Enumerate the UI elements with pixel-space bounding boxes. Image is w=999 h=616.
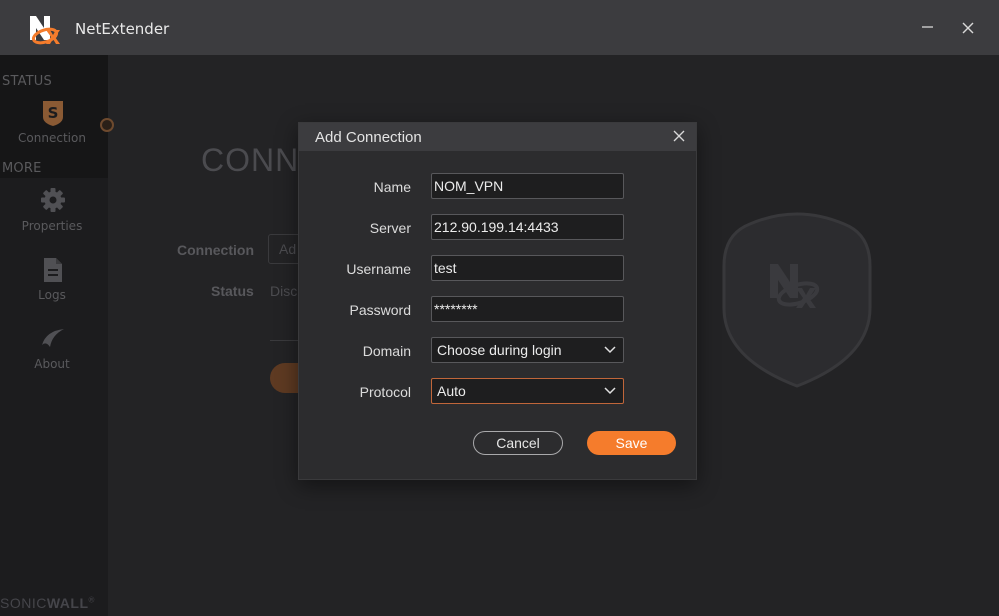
add-connection-dialog: Add Connection Name NOM_VPN Server 212.9…	[298, 122, 697, 480]
brand-bold: WALL	[46, 595, 89, 611]
svg-text:S: S	[48, 104, 59, 122]
protocol-label: Protocol	[359, 384, 411, 400]
protocol-select-value: Auto	[437, 383, 466, 399]
document-icon	[44, 258, 62, 282]
sidebar-item-label: Logs	[38, 288, 66, 302]
server-label: Server	[369, 220, 411, 236]
server-field[interactable]: 212.90.199.14:4433	[431, 214, 624, 240]
page-title: CONN	[201, 142, 300, 178]
status-value: Disc	[270, 283, 298, 299]
connection-select-value: Ad	[279, 241, 297, 257]
chevron-down-icon	[604, 346, 616, 354]
shield-logo-icon	[722, 212, 872, 388]
sidebar-item-label: Connection	[18, 131, 86, 145]
gear-icon	[41, 188, 65, 212]
title-bar: NetExtender	[0, 0, 999, 55]
password-field[interactable]: ********	[431, 296, 624, 322]
dialog-title: Add Connection	[315, 129, 422, 146]
chevron-down-icon	[604, 387, 616, 395]
password-label: Password	[349, 302, 411, 318]
sidebar-item-connection[interactable]: S Connection	[0, 99, 108, 161]
sidebar-item-about[interactable]: About	[0, 325, 108, 387]
sonicwall-brand: SONICWALL®	[0, 595, 95, 611]
close-icon[interactable]	[672, 129, 686, 143]
sidebar-item-label: Properties	[21, 219, 83, 233]
sidebar-section-status: STATUS	[2, 74, 52, 89]
name-field[interactable]: NOM_VPN	[431, 173, 624, 199]
brand-mark: ®	[88, 595, 95, 605]
close-icon[interactable]	[958, 18, 978, 38]
save-button[interactable]: Save	[587, 431, 676, 455]
minimize-icon[interactable]	[918, 18, 938, 38]
brand-light: SONIC	[0, 595, 47, 611]
domain-select[interactable]: Choose during login	[431, 337, 624, 363]
connection-label: Connection	[177, 242, 254, 258]
dialog-header: Add Connection	[299, 123, 696, 151]
shield-s-icon: S	[43, 101, 63, 126]
sidebar-item-logs[interactable]: Logs	[0, 256, 108, 318]
netextender-logo-icon	[30, 16, 60, 45]
username-field[interactable]: test	[431, 255, 624, 281]
protocol-select[interactable]: Auto	[431, 378, 624, 404]
sidebar-item-label: About	[34, 357, 70, 371]
domain-select-value: Choose during login	[437, 342, 562, 358]
sidebar-section-more: MORE	[2, 161, 42, 176]
app-title: NetExtender	[75, 20, 170, 38]
sonicwall-swoosh-icon	[42, 329, 64, 347]
sidebar: STATUS S Connection MORE Properties Logs…	[0, 55, 108, 616]
sidebar-item-properties[interactable]: Properties	[0, 187, 108, 249]
domain-label: Domain	[362, 343, 411, 359]
username-label: Username	[346, 261, 411, 277]
cancel-button[interactable]: Cancel	[473, 431, 563, 455]
name-label: Name	[373, 179, 411, 195]
status-label: Status	[211, 283, 254, 299]
status-indicator-dot	[100, 118, 114, 132]
